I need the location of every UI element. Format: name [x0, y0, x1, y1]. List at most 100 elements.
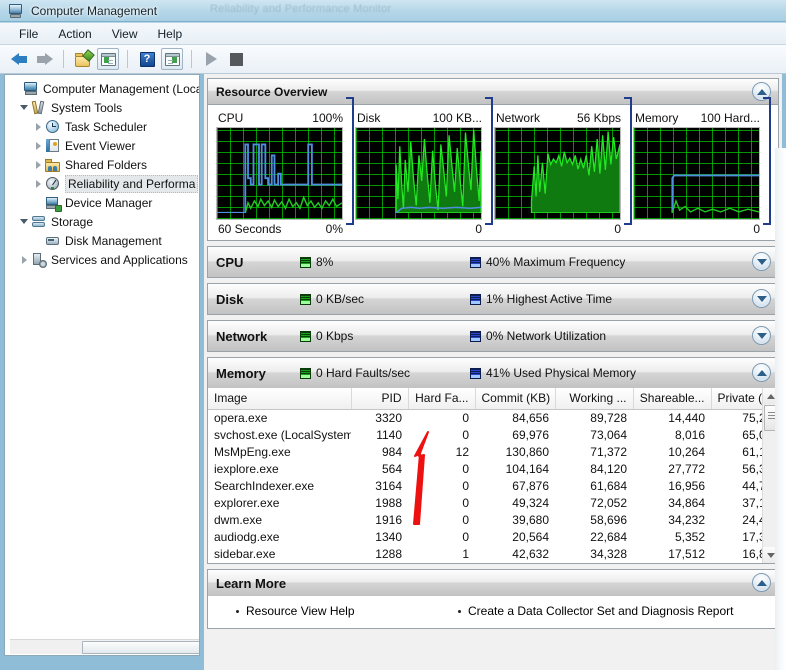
twist-closed-icon[interactable] [33, 155, 45, 174]
menu-view[interactable]: View [103, 25, 147, 43]
sidebar-item-services-and-applications[interactable]: Services and Applications [9, 250, 199, 269]
table-row[interactable]: dwm.exe 1916 0 39,680 58,696 34,232 24,4… [208, 511, 778, 529]
twist-open-icon[interactable] [19, 98, 31, 117]
table-row[interactable]: opera.exe 3320 0 84,656 89,728 14,440 75… [208, 409, 778, 427]
table-row[interactable]: explorer.exe 1988 0 49,324 72,052 34,864… [208, 494, 778, 512]
show-action-pane-icon [164, 52, 180, 66]
table-row[interactable]: sidebar.exe 1288 1 42,632 34,328 17,512 … [208, 545, 778, 563]
network-section-header[interactable]: Network 0 Kbps 0% Network Utilization [208, 321, 778, 351]
learn-more-header[interactable]: Learn More [208, 570, 778, 596]
sidebar-item-storage[interactable]: Storage [9, 212, 199, 231]
column-header-pid[interactable]: PID [351, 388, 409, 410]
cell-image: audiodg.exe [208, 528, 351, 546]
blue-legend-swatch-icon [470, 330, 481, 342]
twist-open-icon[interactable] [19, 212, 31, 231]
memory-section-header[interactable]: Memory 0 Hard Faults/sec 41% Used Physic… [208, 358, 778, 388]
disk-graph-max: 100 KB... [432, 111, 482, 125]
chevron-up-icon [756, 88, 767, 95]
cpu-section-header[interactable]: CPU 8% 40% Maximum Frequency [208, 247, 778, 277]
chevron-down-icon [756, 258, 767, 265]
disk-expand-button[interactable] [752, 289, 771, 308]
sidebar-item-computer-management[interactable]: Computer Management (Local [9, 79, 199, 98]
green-legend-swatch-icon [300, 330, 311, 342]
table-row[interactable]: iexplore.exe 564 0 104,164 84,120 27,772… [208, 460, 778, 478]
sidebar-item-shared-folders[interactable]: Shared Folders [9, 155, 199, 174]
disk-section: Disk 0 KB/sec 1% Highest Active Time [207, 283, 779, 315]
cpu-graph-bracket [346, 97, 354, 225]
reliability-gauge-icon [45, 176, 61, 192]
resource-overview-header[interactable]: Resource Overview [208, 79, 778, 105]
help-button[interactable]: ? [136, 48, 158, 70]
disk-section-header[interactable]: Disk 0 KB/sec 1% Highest Active Time [208, 284, 778, 314]
up-folder-button[interactable] [72, 48, 95, 70]
sidebar-item-disk-management[interactable]: Disk Management [9, 231, 199, 250]
cell-hard-faults: 0 [408, 409, 475, 427]
table-row[interactable]: SearchIndexer.exe 3164 0 67,876 61,684 1… [208, 477, 778, 495]
disk-graph-plot [395, 129, 481, 213]
stop-button[interactable] [225, 48, 247, 70]
network-blue-metric-value: 0% Network Utilization [486, 329, 607, 343]
toolbar-separator-1 [63, 50, 64, 68]
column-header-image[interactable]: Image [208, 388, 352, 410]
memory-section-title: Memory [216, 365, 266, 381]
back-icon [10, 52, 28, 66]
column-header-working-set[interactable]: Working ... [555, 388, 634, 410]
cell-pid: 1140 [351, 426, 408, 444]
sidebar-item-system-tools[interactable]: System Tools [9, 98, 199, 117]
blue-legend-swatch-icon [470, 256, 481, 268]
cell-hard-faults: 0 [408, 494, 475, 512]
column-header-hard-faults[interactable]: Hard Fa... [408, 388, 476, 410]
memory-collapse-button[interactable] [752, 363, 771, 382]
menu-file[interactable]: File [10, 25, 47, 43]
disk-management-icon [45, 233, 61, 249]
tree-horizontal-scrollbar[interactable] [10, 639, 199, 654]
twist-none [33, 193, 45, 212]
chevron-up-icon [756, 369, 767, 376]
twist-closed-icon[interactable] [33, 117, 45, 136]
pane-right-edge [775, 148, 786, 670]
twist-closed-icon[interactable] [19, 250, 31, 269]
sidebar-item-task-scheduler[interactable]: Task Scheduler [9, 117, 199, 136]
sidebar-item-device-manager[interactable]: Device Manager [9, 193, 199, 212]
resource-overview-panel: Resource Overview CPU 100% 60 Seconds 0%… [207, 78, 779, 241]
table-row[interactable]: svchost.exe (netsvcs) 1164 0 20,228 28,7… [208, 562, 778, 563]
cell-shareable: 27,772 [633, 460, 711, 478]
cell-pid: 1288 [351, 545, 408, 563]
start-button[interactable] [200, 48, 222, 70]
network-expand-button[interactable] [752, 326, 771, 345]
table-row[interactable]: audiodg.exe 1340 0 20,564 22,684 5,352 1… [208, 528, 778, 546]
cell-image: opera.exe [208, 409, 351, 427]
cell-working-set: 61,684 [555, 477, 633, 495]
cell-shareable: 17,512 [633, 545, 711, 563]
tree-scrollbar-thumb[interactable] [82, 641, 199, 654]
learn-more-link-1-label: Resource View Help [246, 604, 355, 618]
table-row[interactable]: MsMpEng.exe 984 12 130,860 71,372 10,264… [208, 443, 778, 461]
cell-pid: 984 [351, 443, 408, 461]
sidebar-item-reliability-and-performance[interactable]: Reliability and Performa [9, 174, 199, 193]
twist-closed-icon[interactable] [33, 136, 45, 155]
learn-more-link-2[interactable]: Create a Data Collector Set and Diagnosi… [458, 604, 733, 618]
cell-working-set: 34,328 [555, 545, 633, 563]
back-button[interactable] [8, 48, 30, 70]
cell-working-set: 73,064 [555, 426, 633, 444]
cell-working-set: 89,728 [555, 409, 633, 427]
column-header-commit[interactable]: Commit (KB) [475, 388, 556, 410]
forward-button[interactable] [33, 48, 55, 70]
disk-graph-bracket [485, 97, 493, 225]
cell-pid: 564 [351, 460, 408, 478]
cpu-expand-button[interactable] [752, 252, 771, 271]
menu-help[interactable]: Help [149, 25, 192, 43]
show-action-pane-button[interactable] [161, 48, 183, 70]
console-tree: Computer Management (Local System Tools … [5, 75, 199, 269]
learn-more-link-1[interactable]: Resource View Help [208, 604, 458, 618]
menu-action[interactable]: Action [49, 25, 100, 43]
memory-blue-metric: 41% Used Physical Memory [470, 366, 778, 380]
sidebar-item-event-viewer[interactable]: Event Viewer [9, 136, 199, 155]
table-row[interactable]: svchost.exe (LocalSystem... 1140 0 69,97… [208, 426, 778, 444]
learn-more-collapse-button[interactable] [752, 573, 771, 592]
column-header-shareable[interactable]: Shareable... [633, 388, 712, 410]
twist-closed-icon[interactable] [33, 174, 45, 193]
cpu-graph-label: CPU [218, 111, 244, 125]
show-console-tree-button[interactable] [97, 48, 119, 70]
cpu-green-metric: 8% [300, 255, 470, 269]
